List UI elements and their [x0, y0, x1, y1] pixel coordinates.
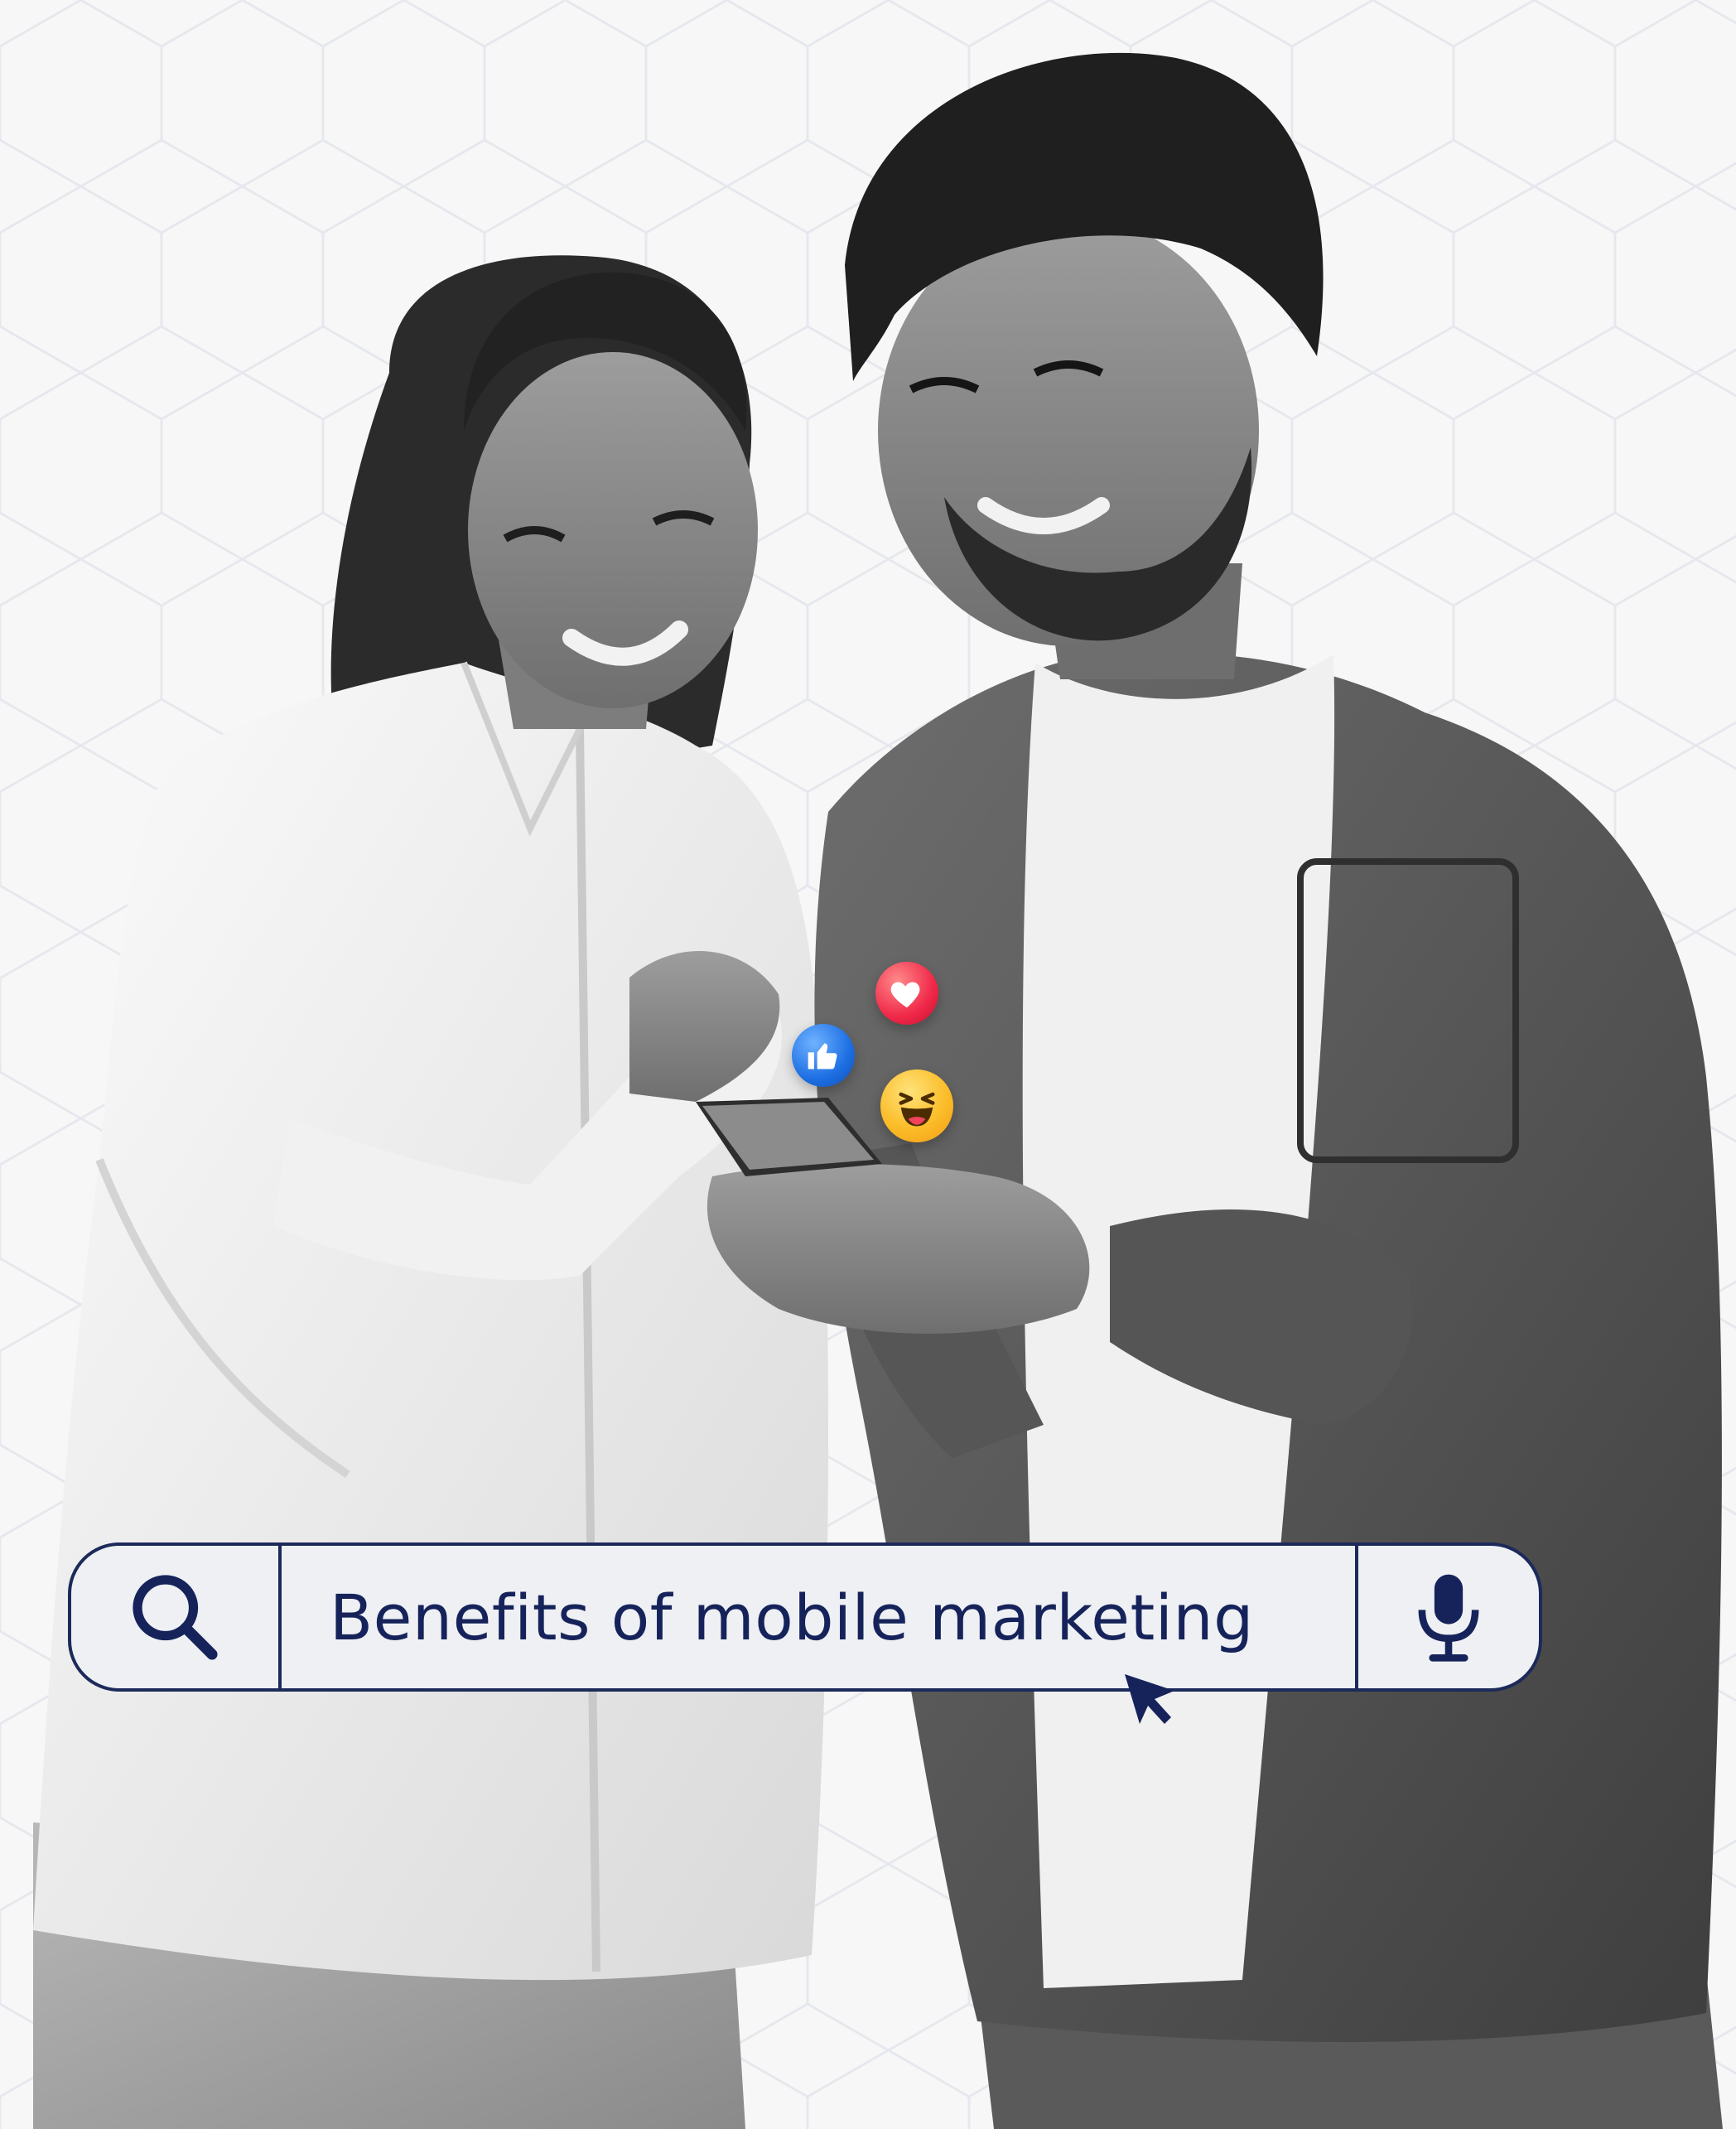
love-icon	[890, 982, 920, 1008]
man-figure	[706, 52, 1723, 2129]
microphone-icon	[1418, 1574, 1479, 1662]
love-reaction	[875, 962, 938, 1025]
voice-search-button[interactable]	[1355, 1546, 1539, 1688]
couple-photo	[33, 52, 1723, 2129]
search-button[interactable]	[71, 1546, 282, 1688]
search-bar[interactable]: Benefits of mobile marketing	[68, 1542, 1542, 1692]
haha-icon	[899, 1092, 935, 1127]
like-icon	[808, 1043, 837, 1069]
search-input[interactable]: Benefits of mobile marketing	[282, 1546, 1355, 1688]
pointer-cursor-icon	[1125, 1674, 1174, 1724]
ad-canvas: Benefits of mobile marketing	[0, 0, 1736, 2129]
haha-reaction	[880, 1069, 953, 1142]
search-icon	[133, 1575, 218, 1660]
like-reaction	[792, 1024, 855, 1087]
